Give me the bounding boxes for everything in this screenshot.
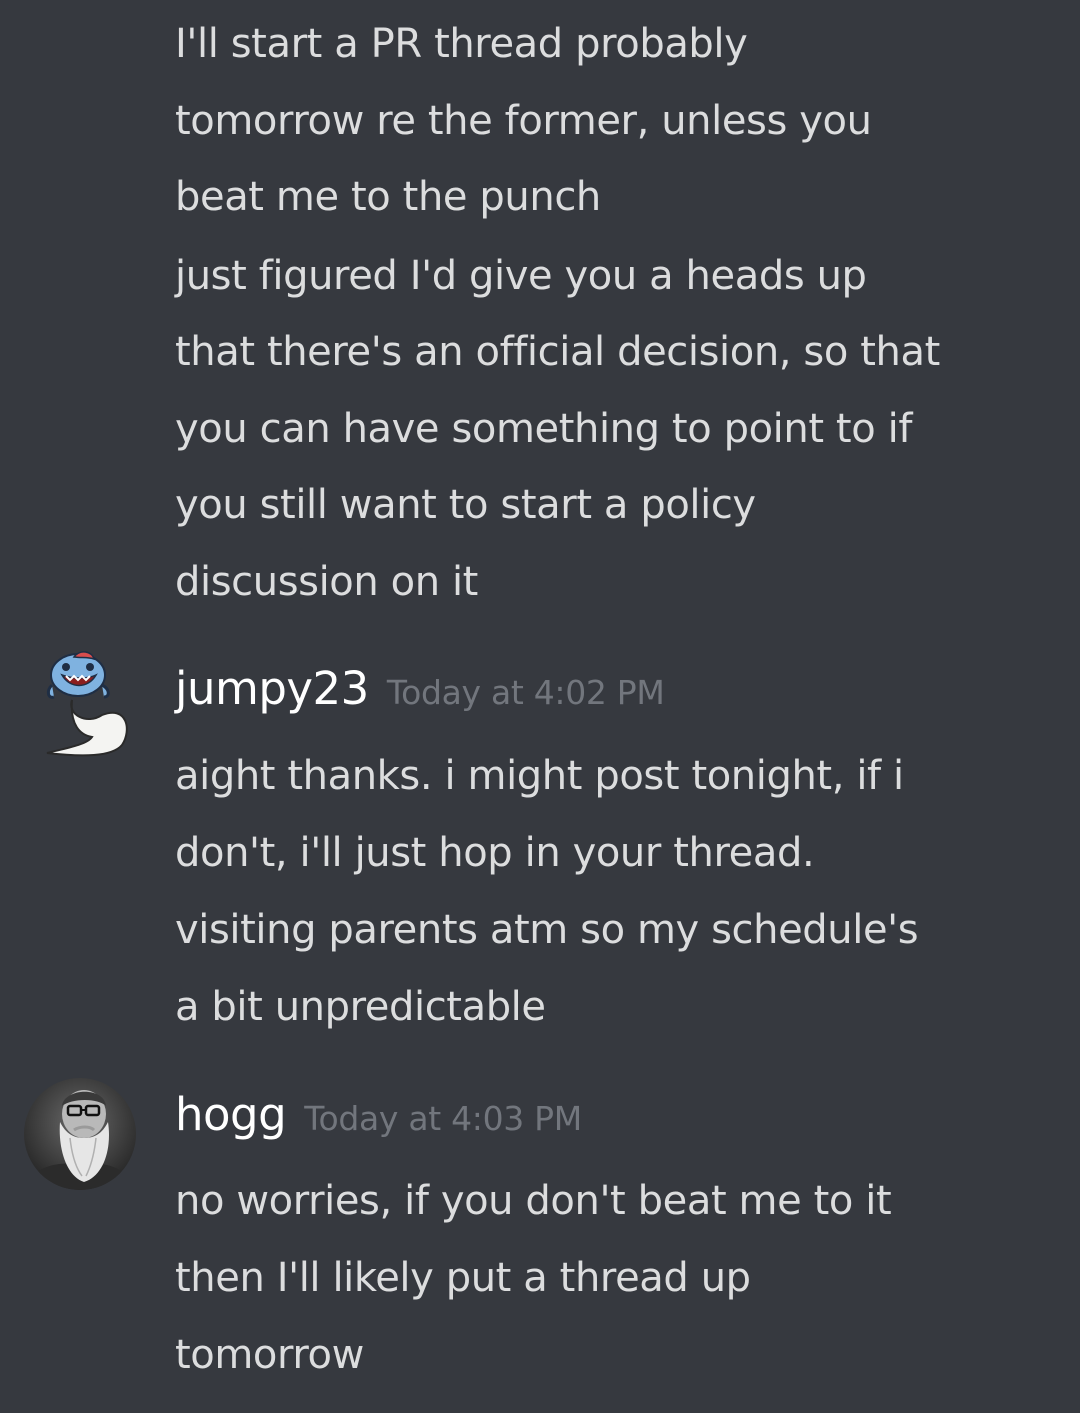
message-text-line: just figured I'd give you a heads up	[175, 253, 867, 299]
message-text-line: you still want to start a policy	[175, 482, 756, 528]
message-text-line: I'll start a PR thread probably	[175, 21, 748, 67]
chat-messages: I'll start a PR thread probably tomorrow…	[0, 0, 1080, 1413]
message-header: jumpy23 Today at 4:02 PM	[175, 662, 665, 715]
message-text-line: discussion on it	[175, 559, 478, 605]
message-text-line: aight thanks. i might post tonight, if i	[175, 753, 904, 799]
username[interactable]: jumpy23	[175, 662, 369, 715]
message-header: hogg Today at 4:03 PM	[175, 1088, 582, 1141]
message-text-line: that there's an official decision, so th…	[175, 329, 940, 375]
message-text-line: a bit unpredictable	[175, 984, 546, 1030]
message-text-line: beat me to the punch	[175, 174, 601, 220]
message-text-line: tomorrow re the former, unless you	[175, 98, 872, 144]
pokemon-sprite-avatar-icon	[46, 651, 128, 757]
timestamp: Today at 4:02 PM	[386, 673, 665, 712]
bearded-man-photo-avatar-icon	[24, 1078, 136, 1190]
message-text-line: you can have something to point to if	[175, 406, 912, 452]
username[interactable]: hogg	[175, 1088, 287, 1141]
pokemon-sprite-avatar[interactable]	[32, 645, 144, 757]
message-text-line: don't, i'll just hop in your thread.	[175, 830, 815, 876]
message-text-line: tomorrow	[175, 1332, 364, 1378]
message-text-line: no worries, if you don't beat me to it	[175, 1178, 892, 1224]
bearded-man-photo-avatar[interactable]	[24, 1078, 136, 1190]
timestamp: Today at 4:03 PM	[304, 1099, 582, 1138]
message-text-line: then I'll likely put a thread up	[175, 1255, 751, 1301]
message-text-line: visiting parents atm so my schedule's	[175, 907, 919, 953]
